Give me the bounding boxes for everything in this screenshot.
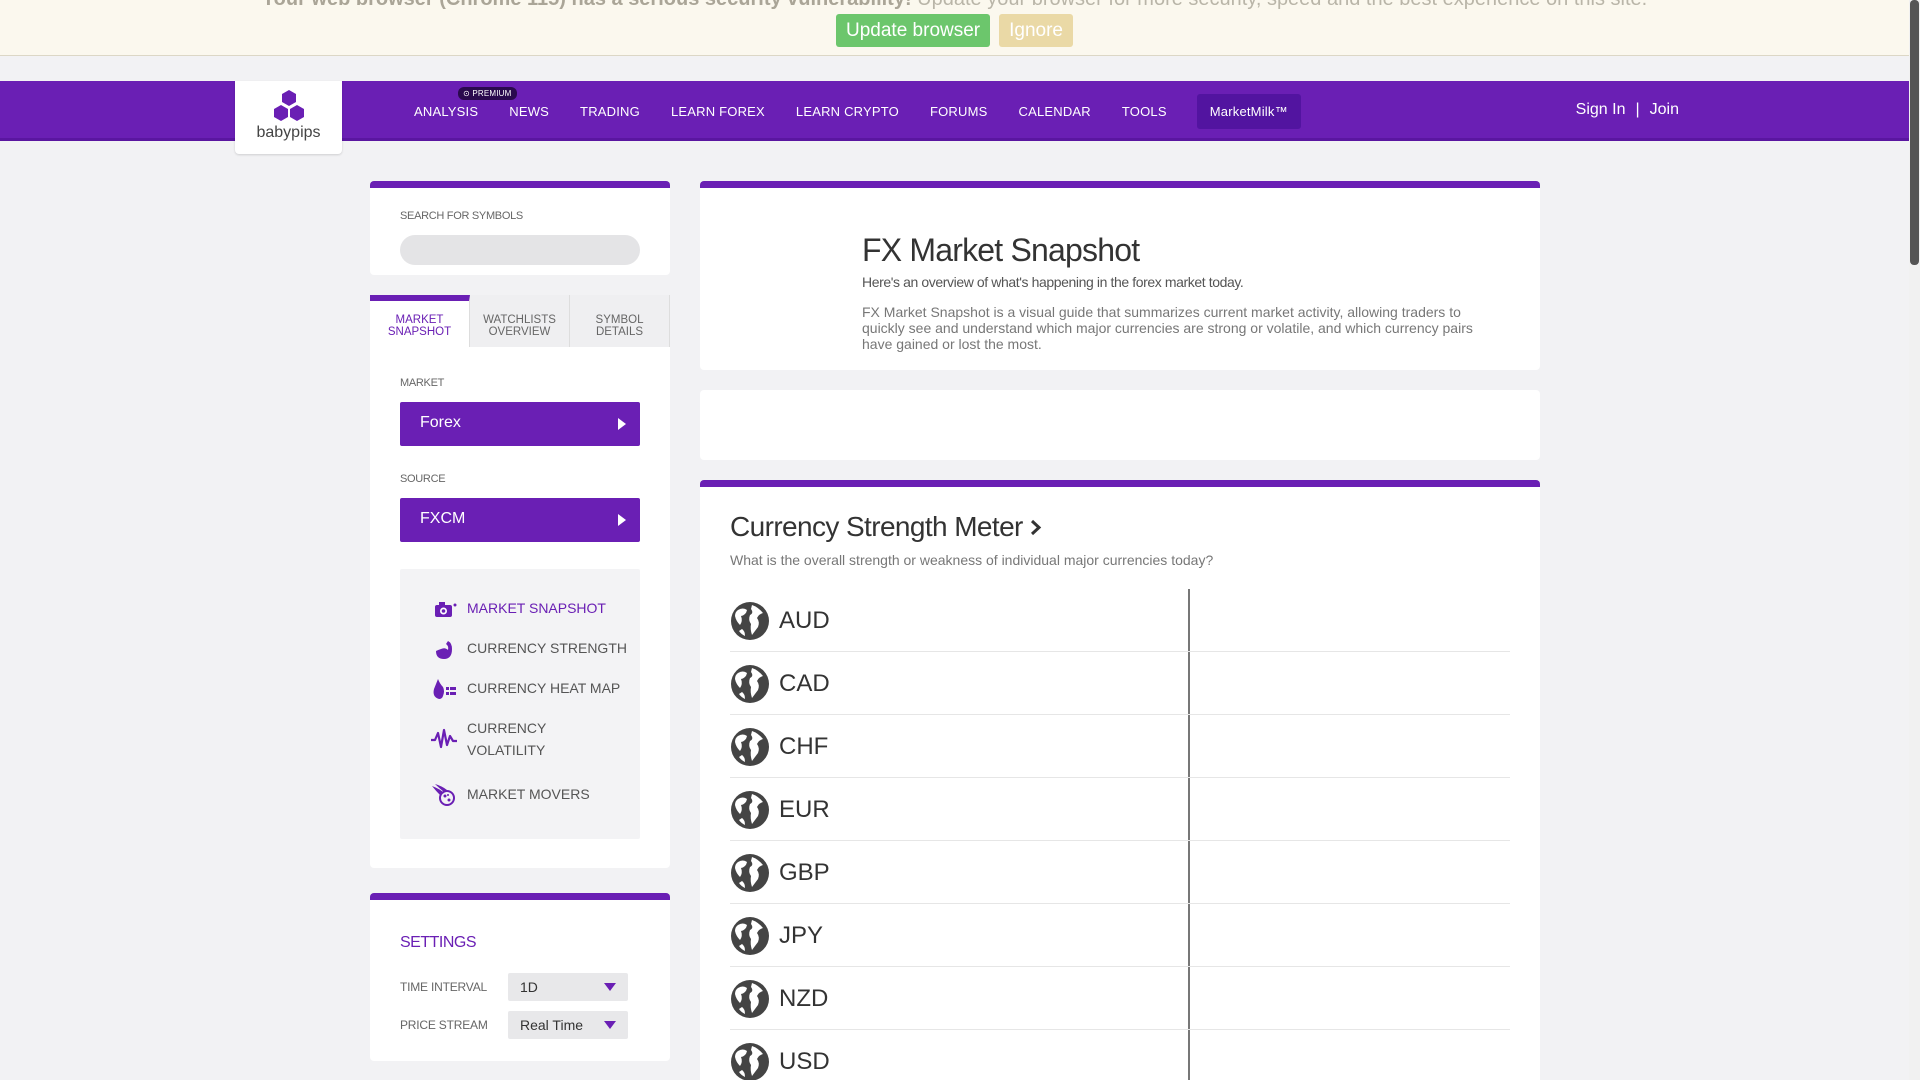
sidebar-tabs: MARKET SNAPSHOT WATCHLISTS OVERVIEW SYMBOL… — [370, 295, 670, 347]
currency-row: NZD — [730, 967, 1510, 1030]
nav-news[interactable]: NEWS — [509, 104, 549, 119]
caret-right-icon — [618, 418, 626, 430]
market-nav-panel: MARKET Forex SOURCE FXCM MARKET SNAPSHOT… — [370, 347, 670, 868]
globe-icon — [731, 728, 769, 766]
chevron-down-icon — [604, 1021, 616, 1029]
market-label: MARKET — [400, 377, 445, 389]
tab-market-snapshot[interactable]: MARKET SNAPSHOT — [370, 295, 470, 347]
tab-symbol-details[interactable]: SYMBOL DETAILS — [570, 295, 670, 347]
ignore-button[interactable]: Ignore — [999, 14, 1073, 47]
globe-icon — [731, 791, 769, 829]
arm-icon — [436, 641, 452, 659]
pulse-icon — [431, 728, 457, 749]
currency-row: JPY — [730, 904, 1510, 967]
join-link[interactable]: Join — [1650, 101, 1679, 118]
menu-currency-strength[interactable]: CURRENCY STRENGTH — [430, 637, 627, 661]
currency-code: EUR — [779, 796, 830, 823]
symbol-search-input[interactable] — [400, 235, 640, 265]
currency-row: EUR — [730, 778, 1510, 841]
page-subtitle: Here's an overview of what's happening i… — [862, 274, 1244, 290]
currency-row: CHF — [730, 715, 1510, 778]
currency-code: CHF — [779, 733, 829, 760]
meteor-icon — [432, 784, 455, 806]
logo-text: babypips — [256, 124, 321, 141]
currency-code: USD — [779, 1048, 830, 1075]
price-stream-label: PRICE STREAM — [400, 1018, 488, 1032]
ad-placeholder-panel — [700, 390, 1540, 460]
settings-panel: SETTINGS TIME INTERVAL 1D PRICE STREAM R… — [370, 893, 670, 1061]
nav-learn-forex[interactable]: LEARN FOREX — [671, 104, 765, 119]
currency-code: JPY — [779, 922, 824, 949]
nav-forums[interactable]: FORUMS — [930, 104, 988, 119]
currency-row: USD — [730, 1030, 1510, 1080]
scrollbar-thumb[interactable] — [1910, 0, 1919, 265]
chevron-down-icon — [604, 983, 616, 991]
market-select[interactable]: Forex — [400, 402, 640, 446]
nav-tools[interactable]: TOOLS — [1122, 104, 1167, 119]
search-panel: SEARCH FOR SYMBOLS — [370, 181, 670, 275]
globe-icon — [731, 1043, 769, 1080]
sign-in-link[interactable]: Sign In — [1576, 101, 1626, 118]
globe-icon — [731, 980, 769, 1018]
currency-code: GBP — [779, 859, 830, 886]
nav-trading[interactable]: TRADING — [580, 104, 640, 119]
strength-subtitle: What is the overall strength or weakness… — [730, 552, 1214, 568]
currency-strength-panel: Currency Strength Meter What is the over… — [700, 480, 1540, 1080]
currency-code: AUD — [779, 607, 830, 634]
tab-watchlists-overview[interactable]: WATCHLISTS OVERVIEW — [470, 295, 570, 347]
currency-code: NZD — [779, 985, 829, 1012]
scrollbar[interactable] — [1909, 0, 1920, 1080]
currency-code: CAD — [779, 670, 830, 697]
time-interval-label: TIME INTERVAL — [400, 980, 487, 994]
source-label: SOURCE — [400, 473, 446, 485]
nav-calendar[interactable]: CALENDAR — [1019, 104, 1091, 119]
browser-update-banner: Your web browser (Chrome 115) has a seri… — [0, 0, 1909, 56]
currency-row: GBP — [730, 841, 1510, 904]
globe-icon — [731, 854, 769, 892]
menu-market-snapshot[interactable]: MARKET SNAPSHOT — [430, 597, 606, 621]
snapshot-intro-panel: FX Market Snapshot Here's an overview of… — [700, 181, 1540, 370]
chevron-right-icon — [1030, 519, 1041, 535]
page-description: FX Market Snapshot is a visual guide tha… — [862, 304, 1473, 352]
strength-title[interactable]: Currency Strength Meter — [730, 511, 1042, 543]
globe-icon — [731, 602, 769, 640]
globe-icon — [731, 665, 769, 703]
flame-icon — [433, 679, 456, 699]
menu-currency-volatility[interactable]: CURRENCY VOLATILITY — [430, 717, 546, 761]
currency-row: AUD — [730, 589, 1510, 652]
nav-learn-crypto[interactable]: LEARN CRYPTO — [796, 104, 899, 119]
nav-marketmilk[interactable]: MarketMilk™ — [1196, 93, 1301, 129]
banner-message: Your web browser (Chrome 115) has a seri… — [0, 0, 1909, 11]
update-browser-button[interactable]: Update browser — [836, 14, 991, 47]
tool-menu: MARKET SNAPSHOT CURRENCY STRENGTH CURREN… — [400, 569, 640, 839]
auth-links: Sign In | Join — [1571, 101, 1684, 119]
time-interval-select[interactable]: 1D — [508, 973, 628, 1001]
menu-currency-heat-map[interactable]: CURRENCY HEAT MAP — [430, 677, 620, 701]
currency-row: CAD — [730, 652, 1510, 715]
auth-separator: | — [1635, 101, 1640, 118]
logo-hexagons-icon — [273, 90, 304, 121]
menu-market-movers[interactable]: MARKET MOVERS — [430, 783, 590, 807]
settings-title: SETTINGS — [400, 934, 477, 951]
search-label: SEARCH FOR SYMBOLS — [400, 210, 523, 222]
logo[interactable]: babypips — [235, 81, 342, 154]
caret-right-icon — [618, 514, 626, 526]
camera-icon — [435, 602, 457, 617]
globe-icon — [731, 917, 769, 955]
main-menu: ANALYSIS NEWS TRADING LEARN FOREX LEARN … — [414, 81, 1332, 141]
price-stream-select[interactable]: Real Time — [508, 1011, 628, 1039]
source-select[interactable]: FXCM — [400, 498, 640, 542]
page-title: FX Market Snapshot — [862, 232, 1140, 268]
nav-analysis[interactable]: ANALYSIS — [414, 104, 478, 119]
